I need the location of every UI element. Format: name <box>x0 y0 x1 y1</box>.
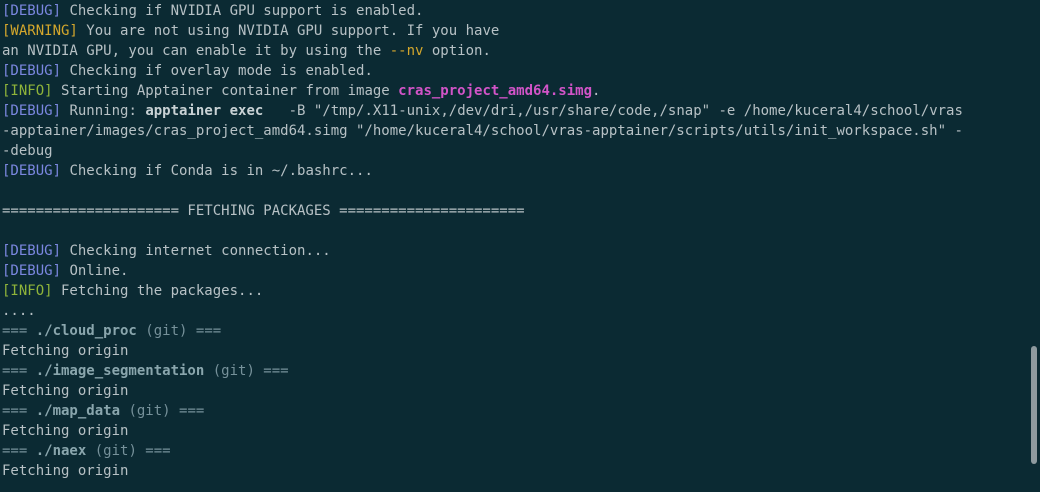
line-text: .... <box>2 303 36 319</box>
terminal-line: ===================== FETCHING PACKAGES … <box>2 201 1030 221</box>
repo-separator: ) === <box>162 403 205 419</box>
option-flag: --nv <box>389 43 424 59</box>
line-text: Checking internet connection... <box>61 243 331 259</box>
line-text: Fetching the packages... <box>52 283 264 299</box>
image-name: cras_project_amd64.simg <box>398 83 593 99</box>
line-text: Fetching origin <box>2 463 129 479</box>
terminal-line: .... <box>2 301 1030 321</box>
scrollbar[interactable] <box>1028 0 1040 492</box>
log-level-tag: [WARNING] <box>2 23 78 39</box>
repo-vcs: git <box>153 323 180 339</box>
line-text: Running: <box>61 103 146 119</box>
terminal-line: Fetching origin <box>2 421 1030 441</box>
repo-vcs: git <box>221 363 247 379</box>
terminal-line: -debug <box>2 141 1030 161</box>
terminal-line: === ./cloud_proc (git) === <box>2 321 1030 341</box>
line-text: -apptainer/images/cras_project_amd64.sim… <box>2 123 963 139</box>
repo-separator: ) === <box>128 443 171 459</box>
terminal-line: [DEBUG] Checking if NVIDIA GPU support i… <box>2 1 1030 21</box>
line-text: Fetching origin <box>2 383 129 399</box>
line-text: Fetching origin <box>2 343 129 359</box>
line-text: Checking if Conda is in ~/.bashrc... <box>61 163 373 179</box>
line-text: an NVIDIA GPU, you can enable it by usin… <box>2 43 390 59</box>
repo-separator: ) === <box>179 323 222 339</box>
repo-vcs-open: ( <box>204 363 222 379</box>
terminal-window[interactable]: [DEBUG] Checking if NVIDIA GPU support i… <box>0 0 1040 492</box>
log-level-tag: [DEBUG] <box>2 243 62 259</box>
line-text: Checking if NVIDIA GPU support is enable… <box>61 3 424 19</box>
repo-vcs: git <box>103 443 129 459</box>
line-text: Fetching origin <box>2 423 129 439</box>
repo-path: ./image_segmentation <box>35 363 205 379</box>
terminal-line: [DEBUG] Online. <box>2 261 1030 281</box>
repo-vcs-open: ( <box>136 323 154 339</box>
log-level-tag: [INFO] <box>2 283 53 299</box>
terminal-line: [INFO] Starting Apptainer container from… <box>2 81 1030 101</box>
repo-separator: === <box>2 443 36 459</box>
line-text: Starting Apptainer container from image <box>52 83 399 99</box>
repo-path: ./naex <box>35 443 87 459</box>
log-level-tag: [DEBUG] <box>2 63 62 79</box>
terminal-line: [WARNING] You are not using NVIDIA GPU s… <box>2 21 1030 41</box>
repo-vcs-open: ( <box>86 443 104 459</box>
terminal-line: Fetching origin <box>2 341 1030 361</box>
line-text: Online. <box>61 263 129 279</box>
terminal-line: Fetching origin <box>2 381 1030 401</box>
line-text: option. <box>423 43 491 59</box>
line-text: Checking if overlay mode is enabled. <box>61 63 373 79</box>
command: apptainer exec <box>145 103 264 119</box>
line-text: -B "/tmp/.X11-unix,/dev/dri,/usr/share/c… <box>263 103 963 119</box>
log-level-tag: [DEBUG] <box>2 163 62 179</box>
log-level-tag: [DEBUG] <box>2 263 62 279</box>
terminal-line: === ./map_data (git) === <box>2 401 1030 421</box>
log-level-tag: [INFO] <box>2 83 53 99</box>
log-level-tag: [DEBUG] <box>2 103 62 119</box>
terminal-output: [DEBUG] Checking if NVIDIA GPU support i… <box>2 1 1030 481</box>
scrollbar-thumb[interactable] <box>1031 346 1037 464</box>
repo-path: ./map_data <box>35 403 121 419</box>
terminal-line: [INFO] Fetching the packages... <box>2 281 1030 301</box>
repo-path: ./cloud_proc <box>35 323 137 339</box>
terminal-line: === ./naex (git) === <box>2 441 1030 461</box>
repo-separator: === <box>2 403 36 419</box>
terminal-line: [DEBUG] Checking if overlay mode is enab… <box>2 61 1030 81</box>
terminal-line: [DEBUG] Running: apptainer exec -B "/tmp… <box>2 101 1030 121</box>
terminal-line: -apptainer/images/cras_project_amd64.sim… <box>2 121 1030 141</box>
line-text: You are not using NVIDIA GPU support. If… <box>77 23 500 39</box>
terminal-line: an NVIDIA GPU, you can enable it by usin… <box>2 41 1030 61</box>
repo-separator: ) === <box>246 363 289 379</box>
terminal-line: === ./image_segmentation (git) === <box>2 361 1030 381</box>
line-text: -debug <box>2 143 53 159</box>
repo-separator: === <box>2 323 36 339</box>
terminal-line: [DEBUG] Checking internet connection... <box>2 241 1030 261</box>
terminal-line: Fetching origin <box>2 461 1030 481</box>
log-level-tag: [DEBUG] <box>2 3 62 19</box>
terminal-line: [DEBUG] Checking if Conda is in ~/.bashr… <box>2 161 1030 181</box>
repo-vcs: git <box>136 403 163 419</box>
repo-vcs-open: ( <box>120 403 137 419</box>
line-text: . <box>592 83 601 99</box>
line-text: ===================== FETCHING PACKAGES … <box>2 203 525 219</box>
repo-separator: === <box>2 363 36 379</box>
